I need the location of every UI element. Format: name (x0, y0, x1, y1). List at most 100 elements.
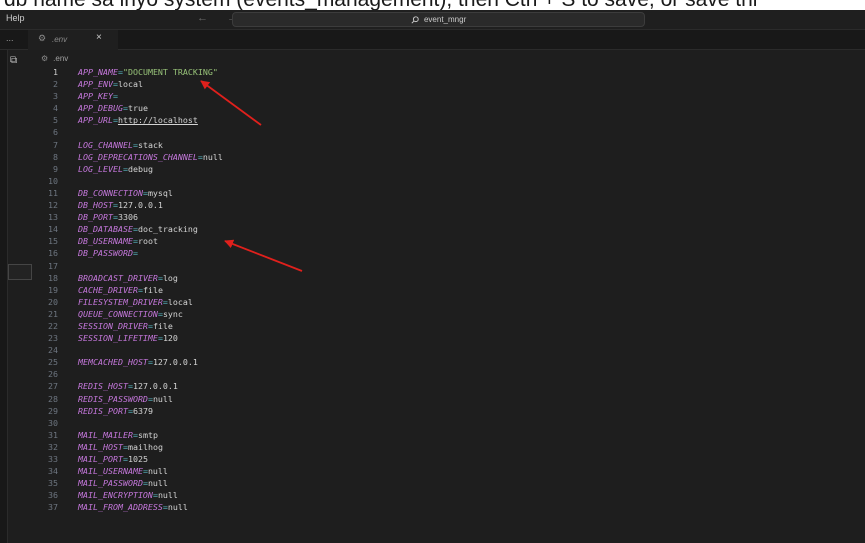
line-number: 28 (48, 393, 58, 404)
env-key: SESSION_DRIVER (78, 320, 148, 331)
code-line[interactable]: 20 FILESYSTEM_DRIVER=local (30, 296, 865, 308)
env-value: 127.0.0.1 (132, 381, 178, 392)
code-line[interactable]: 7 LOG_CHANNEL=stack (30, 139, 865, 151)
code-line[interactable]: 17 (30, 260, 865, 272)
code-text: REDIS_HOST=127.0.0.1 (78, 380, 178, 392)
env-key: LOG_CHANNEL (78, 139, 133, 150)
close-icon[interactable]: × (96, 32, 102, 43)
caption-text: db name sa inyo system (events_managemen… (4, 0, 757, 10)
code-line[interactable]: 26 (30, 368, 865, 380)
env-key: BROADCAST_DRIVER (78, 272, 158, 283)
code-line[interactable]: 22 SESSION_DRIVER=file (30, 320, 865, 332)
code-text: LOG_LEVEL=debug (78, 163, 153, 175)
code-text: LOG_DEPRECATIONS_CHANNEL=null (78, 151, 223, 163)
code-line[interactable]: 18 BROADCAST_DRIVER=log (30, 272, 865, 284)
env-key: CACHE_DRIVER (78, 284, 138, 295)
command-center-search[interactable]: event_mngr (232, 12, 645, 27)
code-line[interactable]: 9 LOG_LEVEL=debug (30, 163, 865, 175)
code-line[interactable]: 13 DB_PORT=3306 (30, 211, 865, 223)
code-text: MAIL_HOST=mailhog (78, 441, 163, 453)
line-number: 27 (48, 381, 58, 392)
code-line[interactable]: 3 APP_KEY= (30, 90, 865, 102)
env-key: REDIS_PASSWORD (78, 393, 148, 404)
line-number: 9 (53, 163, 58, 174)
code-line[interactable]: 25 MEMCACHED_HOST=127.0.0.1 (30, 356, 865, 368)
line-number: 31 (48, 429, 58, 440)
env-key: FILESYSTEM_DRIVER (78, 296, 163, 307)
code-text: MAIL_MAILER=smtp (78, 429, 158, 441)
equals-sign: = (112, 91, 118, 102)
code-line[interactable]: 21 QUEUE_CONNECTION=sync (30, 308, 865, 320)
line-number: 36 (48, 490, 58, 501)
code-line[interactable]: 32 MAIL_HOST=mailhog (30, 441, 865, 453)
menu-help[interactable]: Help (6, 13, 25, 23)
env-value: stack (137, 139, 163, 150)
code-text: REDIS_PASSWORD=null (78, 393, 173, 405)
code-line[interactable]: 24 (30, 344, 865, 356)
env-key: APP_NAME (78, 67, 118, 77)
line-number: 24 (48, 345, 58, 356)
code-line[interactable]: 4 APP_DEBUG=true (30, 102, 865, 114)
code-line[interactable]: 33 MAIL_PORT=1025 (30, 453, 865, 465)
code-line[interactable]: 35 MAIL_PASSWORD=null (30, 477, 865, 489)
code-line[interactable]: 16 DB_PASSWORD= (30, 247, 865, 259)
env-value: "DOCUMENT TRACKING" (122, 67, 218, 77)
line-number: 16 (48, 248, 58, 259)
env-value: local (117, 79, 143, 90)
code-line[interactable]: 30 (30, 417, 865, 429)
env-key: MAIL_MAILER (78, 429, 133, 440)
env-key: MAIL_PASSWORD (78, 478, 143, 489)
code-line[interactable]: 10 (30, 175, 865, 187)
env-key: APP_KEY (78, 91, 113, 102)
code-text: DB_PASSWORD= (78, 247, 138, 259)
code-line[interactable]: 28 REDIS_PASSWORD=null (30, 393, 865, 405)
code-editor[interactable]: 1 APP_NAME="DOCUMENT TRACKING" 2 APP_ENV=lo… (30, 66, 865, 513)
panel-toggle[interactable] (8, 264, 32, 280)
line-number: 5 (53, 115, 58, 126)
line-number: 32 (48, 441, 58, 452)
env-value: null (157, 490, 178, 501)
line-number: 34 (48, 466, 58, 477)
code-line[interactable]: 2 APP_ENV=local (30, 78, 865, 90)
code-line[interactable]: 8 LOG_DEPRECATIONS_CHANNEL=null (30, 151, 865, 163)
code-text: SESSION_LIFETIME=120 (78, 332, 178, 344)
caption-banner: db name sa inyo system (events_managemen… (0, 0, 865, 10)
env-value: 127.0.0.1 (117, 200, 163, 211)
env-value: log (162, 272, 178, 283)
command-center-label: event_mngr (423, 15, 467, 24)
code-line[interactable]: 19 CACHE_DRIVER=file (30, 284, 865, 296)
code-line[interactable]: 12 DB_HOST=127.0.0.1 (30, 199, 865, 211)
code-line[interactable]: 34 MAIL_USERNAME=null (30, 465, 865, 477)
code-line[interactable]: 1 APP_NAME="DOCUMENT TRACKING" (30, 66, 865, 78)
code-line[interactable]: 31 MAIL_MAILER=smtp (30, 429, 865, 441)
more-actions-button[interactable]: ... (6, 33, 14, 43)
code-line[interactable]: 36 MAIL_ENCRYPTION=null (30, 489, 865, 501)
code-text: DB_CONNECTION=mysql (78, 187, 173, 199)
tab-env[interactable]: ⚙ .env × (28, 30, 118, 50)
env-key: DB_PASSWORD (78, 248, 133, 259)
equals-sign: = (132, 248, 138, 259)
env-value: file (142, 284, 163, 295)
line-number: 7 (53, 139, 58, 150)
code-line[interactable]: 5 APP_URL=http://localhost (30, 114, 865, 126)
code-text: REDIS_PORT=6379 (78, 405, 153, 417)
code-text: MEMCACHED_HOST=127.0.0.1 (78, 356, 198, 368)
code-line[interactable]: 23 SESSION_LIFETIME=120 (30, 332, 865, 344)
code-line[interactable]: 14 DB_DATABASE=doc_tracking (30, 223, 865, 235)
line-number: 15 (48, 236, 58, 247)
search-icon (411, 16, 419, 24)
code-line[interactable]: 6 (30, 126, 865, 138)
code-line[interactable]: 15 DB_USERNAME=root (30, 235, 865, 247)
env-value: mysql (147, 187, 173, 198)
code-line[interactable]: 37 MAIL_FROM_ADDRESS=null (30, 501, 865, 513)
code-line[interactable]: 11 DB_CONNECTION=mysql (30, 187, 865, 199)
line-number: 33 (48, 454, 58, 464)
code-line[interactable]: 27 REDIS_HOST=127.0.0.1 (30, 380, 865, 392)
env-key: MAIL_USERNAME (78, 466, 143, 477)
code-text: APP_KEY= (78, 90, 118, 102)
code-line[interactable]: 29 REDIS_PORT=6379 (30, 405, 865, 417)
env-key: DB_USERNAME (78, 236, 133, 247)
env-key: MAIL_PORT (78, 454, 123, 464)
line-number: 4 (53, 103, 58, 114)
collapse-icon[interactable]: ⧉ (10, 55, 17, 66)
